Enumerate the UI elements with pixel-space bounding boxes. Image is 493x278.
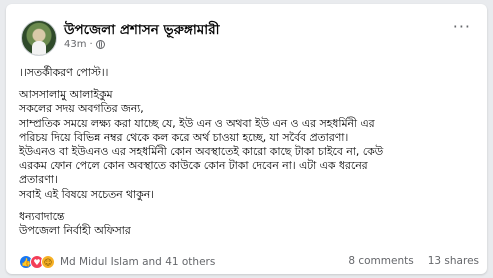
post-line: উপজেলা নির্বাহী অফিসার bbox=[19, 224, 131, 238]
page-avatar[interactable] bbox=[21, 20, 57, 56]
shares-count[interactable]: 13 shares bbox=[428, 255, 479, 267]
comments-count[interactable]: 8 comments bbox=[348, 255, 413, 267]
post-line: সবাই এই বিষয়ে সচেতন থাকুন। bbox=[19, 187, 155, 201]
reactions-summary[interactable]: 👍 ♥ ☺ Md Midul Islam and 41 others bbox=[19, 255, 215, 269]
post-line: প্রতারণা। bbox=[19, 173, 58, 187]
post-meta: 43m · bbox=[64, 39, 105, 50]
globe-icon[interactable] bbox=[95, 40, 105, 49]
haha-icon: ☺ bbox=[41, 255, 55, 269]
post-line: সকলের সদয় অবগতির জন্য, bbox=[19, 102, 144, 116]
reactions-text[interactable]: Md Midul Islam and 41 others bbox=[60, 256, 215, 268]
post-line: এরকম ফোন পেলে কোন অবস্থাতে কাউকে কোন টাক… bbox=[19, 159, 368, 173]
post-line: ইউএনও বা ইউএনও এর সহধর্মিনী কোন অবস্থাতে… bbox=[19, 145, 384, 159]
post-body: ।।সতর্কীকরণ পোস্ট।। আসসালামু আলাইকুম সকল… bbox=[19, 66, 477, 238]
post-card: উপজেলা প্রশাসন ভূরুঙ্গামারী 43m · ··· ।।… bbox=[6, 4, 487, 274]
post-time[interactable]: 43m bbox=[64, 39, 86, 50]
more-options-icon[interactable]: ··· bbox=[453, 19, 471, 35]
post-line: ধন্যবাদান্তে bbox=[19, 209, 65, 223]
post-line: ।।সতর্কীকরণ পোস্ট।। bbox=[19, 66, 109, 79]
meta-separator: · bbox=[89, 39, 93, 50]
post-line: সাম্প্রতিক সময়ে লক্ষ্য করা যাচ্ছে যে, ই… bbox=[19, 116, 375, 130]
post-line: আসসালামু আলাইকুম bbox=[19, 88, 113, 102]
engagement-counts: 8 comments 13 shares bbox=[348, 255, 479, 267]
post-line: পরিচয় দিয়ে বিভিন্ন নম্বর থেকে কল করে অ… bbox=[19, 130, 349, 144]
avatar-figure bbox=[32, 41, 46, 55]
